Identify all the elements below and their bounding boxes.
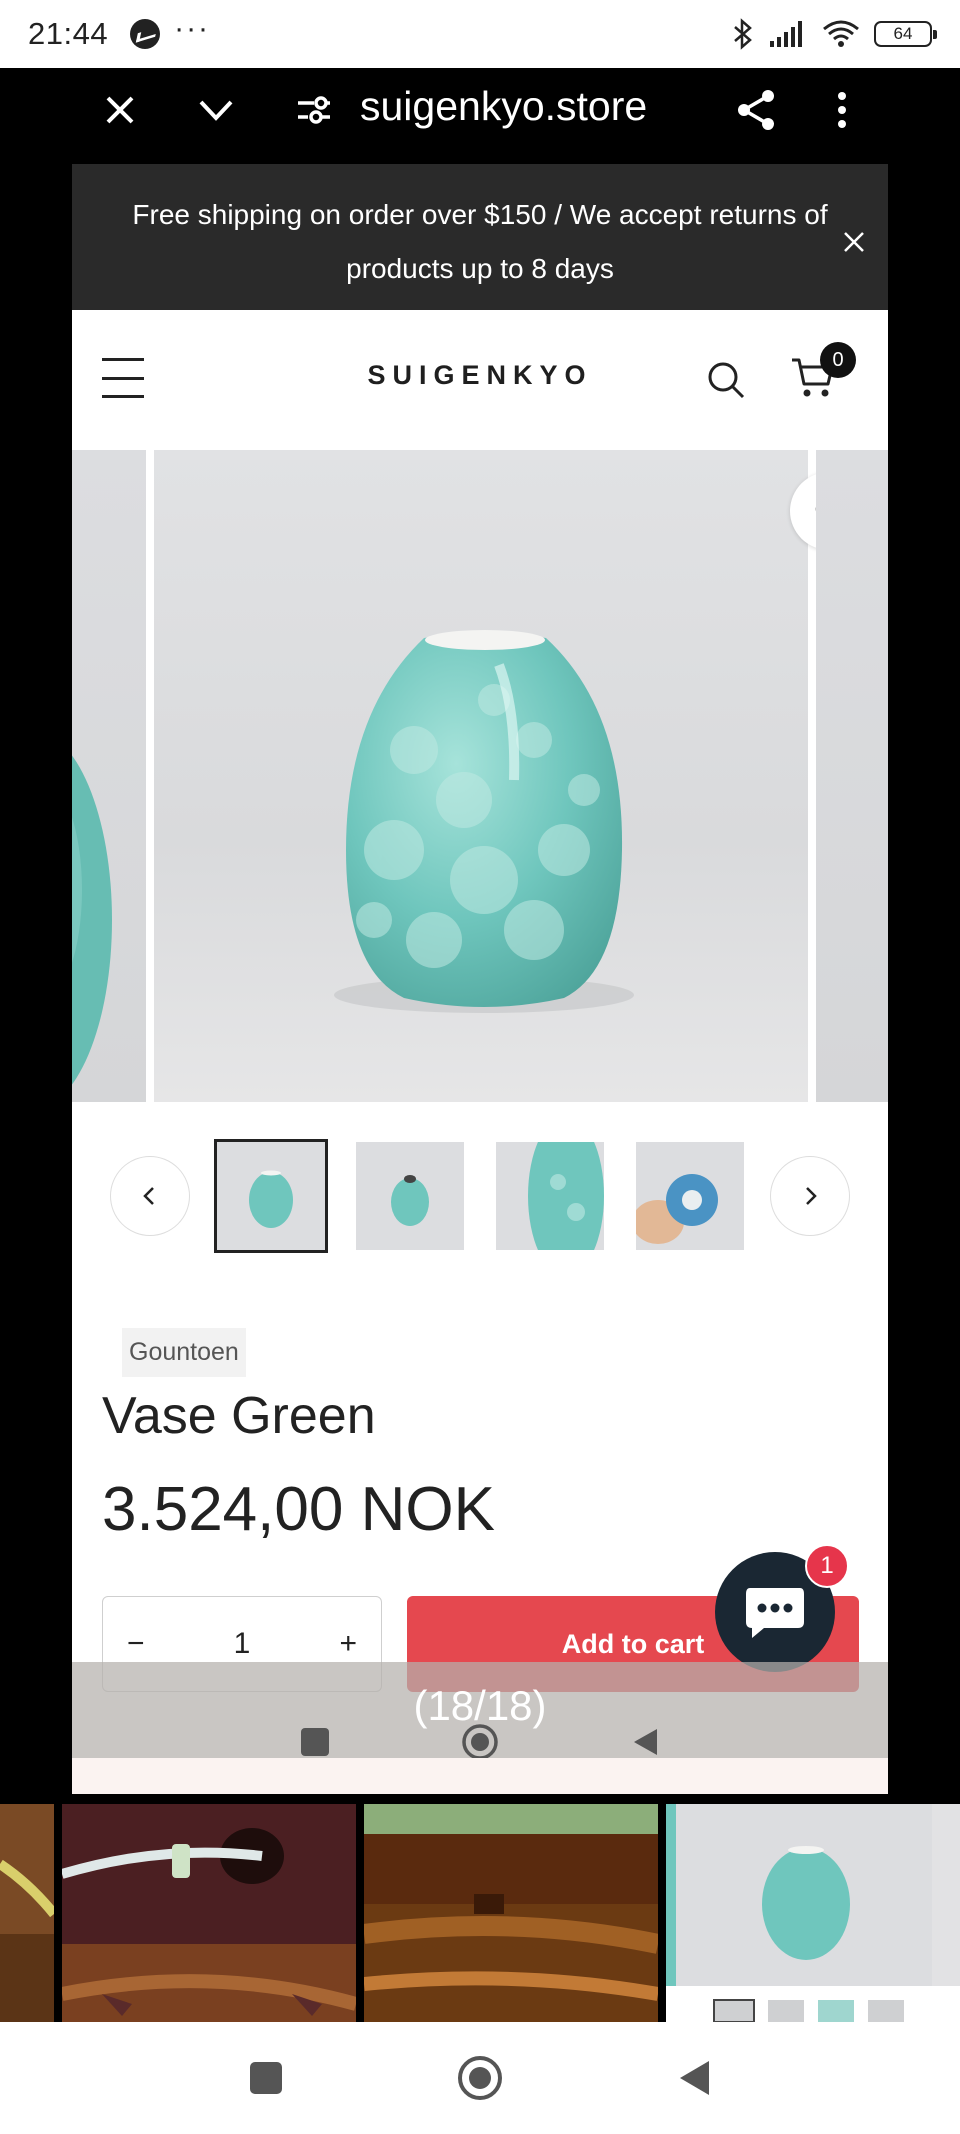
site-settings-icon[interactable] [294,90,334,130]
quantity-increase-button[interactable]: + [339,1627,357,1661]
thumbnail-prev-button[interactable] [110,1156,190,1236]
filmstrip-image-2[interactable] [62,1804,356,2022]
wifi-icon [823,20,859,47]
home-icon[interactable] [456,2054,504,2102]
close-icon[interactable] [840,220,868,252]
thumbnail-2[interactable] [356,1142,464,1250]
product-title: Vase Green [102,1387,376,1445]
browser-toolbar: suigenkyo.store [0,68,960,164]
product-gallery[interactable] [72,450,888,1102]
messenger-icon [130,19,161,49]
thumbnail-4[interactable] [636,1142,744,1250]
site-logo[interactable]: SUIGENKYO [72,360,888,391]
web-page: Free shipping on order over $150 / We ac… [72,164,888,1794]
filmstrip-image-3[interactable] [364,1804,658,2022]
announcement-bar: Free shipping on order over $150 / We ac… [72,164,888,310]
recents-icon [301,1728,329,1756]
search-icon[interactable] [706,360,746,405]
chat-icon [746,1588,804,1638]
thumbnail-1[interactable] [214,1139,328,1253]
thumbnail-strip [72,1102,888,1282]
image-filmstrip [0,1804,960,2022]
share-icon[interactable] [734,88,778,132]
filmstrip-image-1[interactable] [0,1804,54,2022]
gallery-slide-previous[interactable] [72,450,146,1102]
product-vendor[interactable]: Gountoen [122,1328,246,1377]
bluetooth-icon [734,18,752,50]
signal-icon [770,21,802,47]
recents-icon[interactable] [248,2060,284,2096]
announcement-text: Free shipping on order over $150 / We ac… [132,199,828,284]
thumbnail-next-button[interactable] [770,1156,850,1236]
home-icon [462,1724,498,1760]
thumbnail-3[interactable] [496,1142,604,1250]
back-icon[interactable] [676,2058,712,2098]
gallery-slide-next[interactable] [816,450,888,1102]
status-time: 21:44 [28,16,109,51]
status-more-icon: ··· [174,12,211,45]
more-vert-icon[interactable] [826,90,858,130]
gallery-main-image[interactable] [154,450,868,1102]
quantity-decrease-button[interactable]: − [127,1627,145,1661]
chevron-left-icon [143,1187,154,1205]
system-navigation-bar [0,2022,960,2134]
quantity-value[interactable]: 1 [234,1627,251,1661]
status-bar: 21:44 ··· 64 [0,0,960,68]
filmstrip-image-4[interactable] [666,1804,960,2022]
chat-notification-badge: 1 [805,1544,849,1588]
chevron-down-icon[interactable] [196,90,236,130]
close-icon[interactable] [100,90,140,130]
product-price: 3.524,00 NOK [102,1475,495,1544]
cart-count-badge: 0 [820,342,856,378]
url-field[interactable]: suigenkyo.store [360,83,647,130]
page-bottom-strip [72,1758,888,1794]
chevron-right-icon [806,1187,817,1205]
site-header: SUIGENKYO 0 [72,310,888,450]
battery-icon: 64 [874,21,937,47]
back-icon [634,1729,657,1755]
